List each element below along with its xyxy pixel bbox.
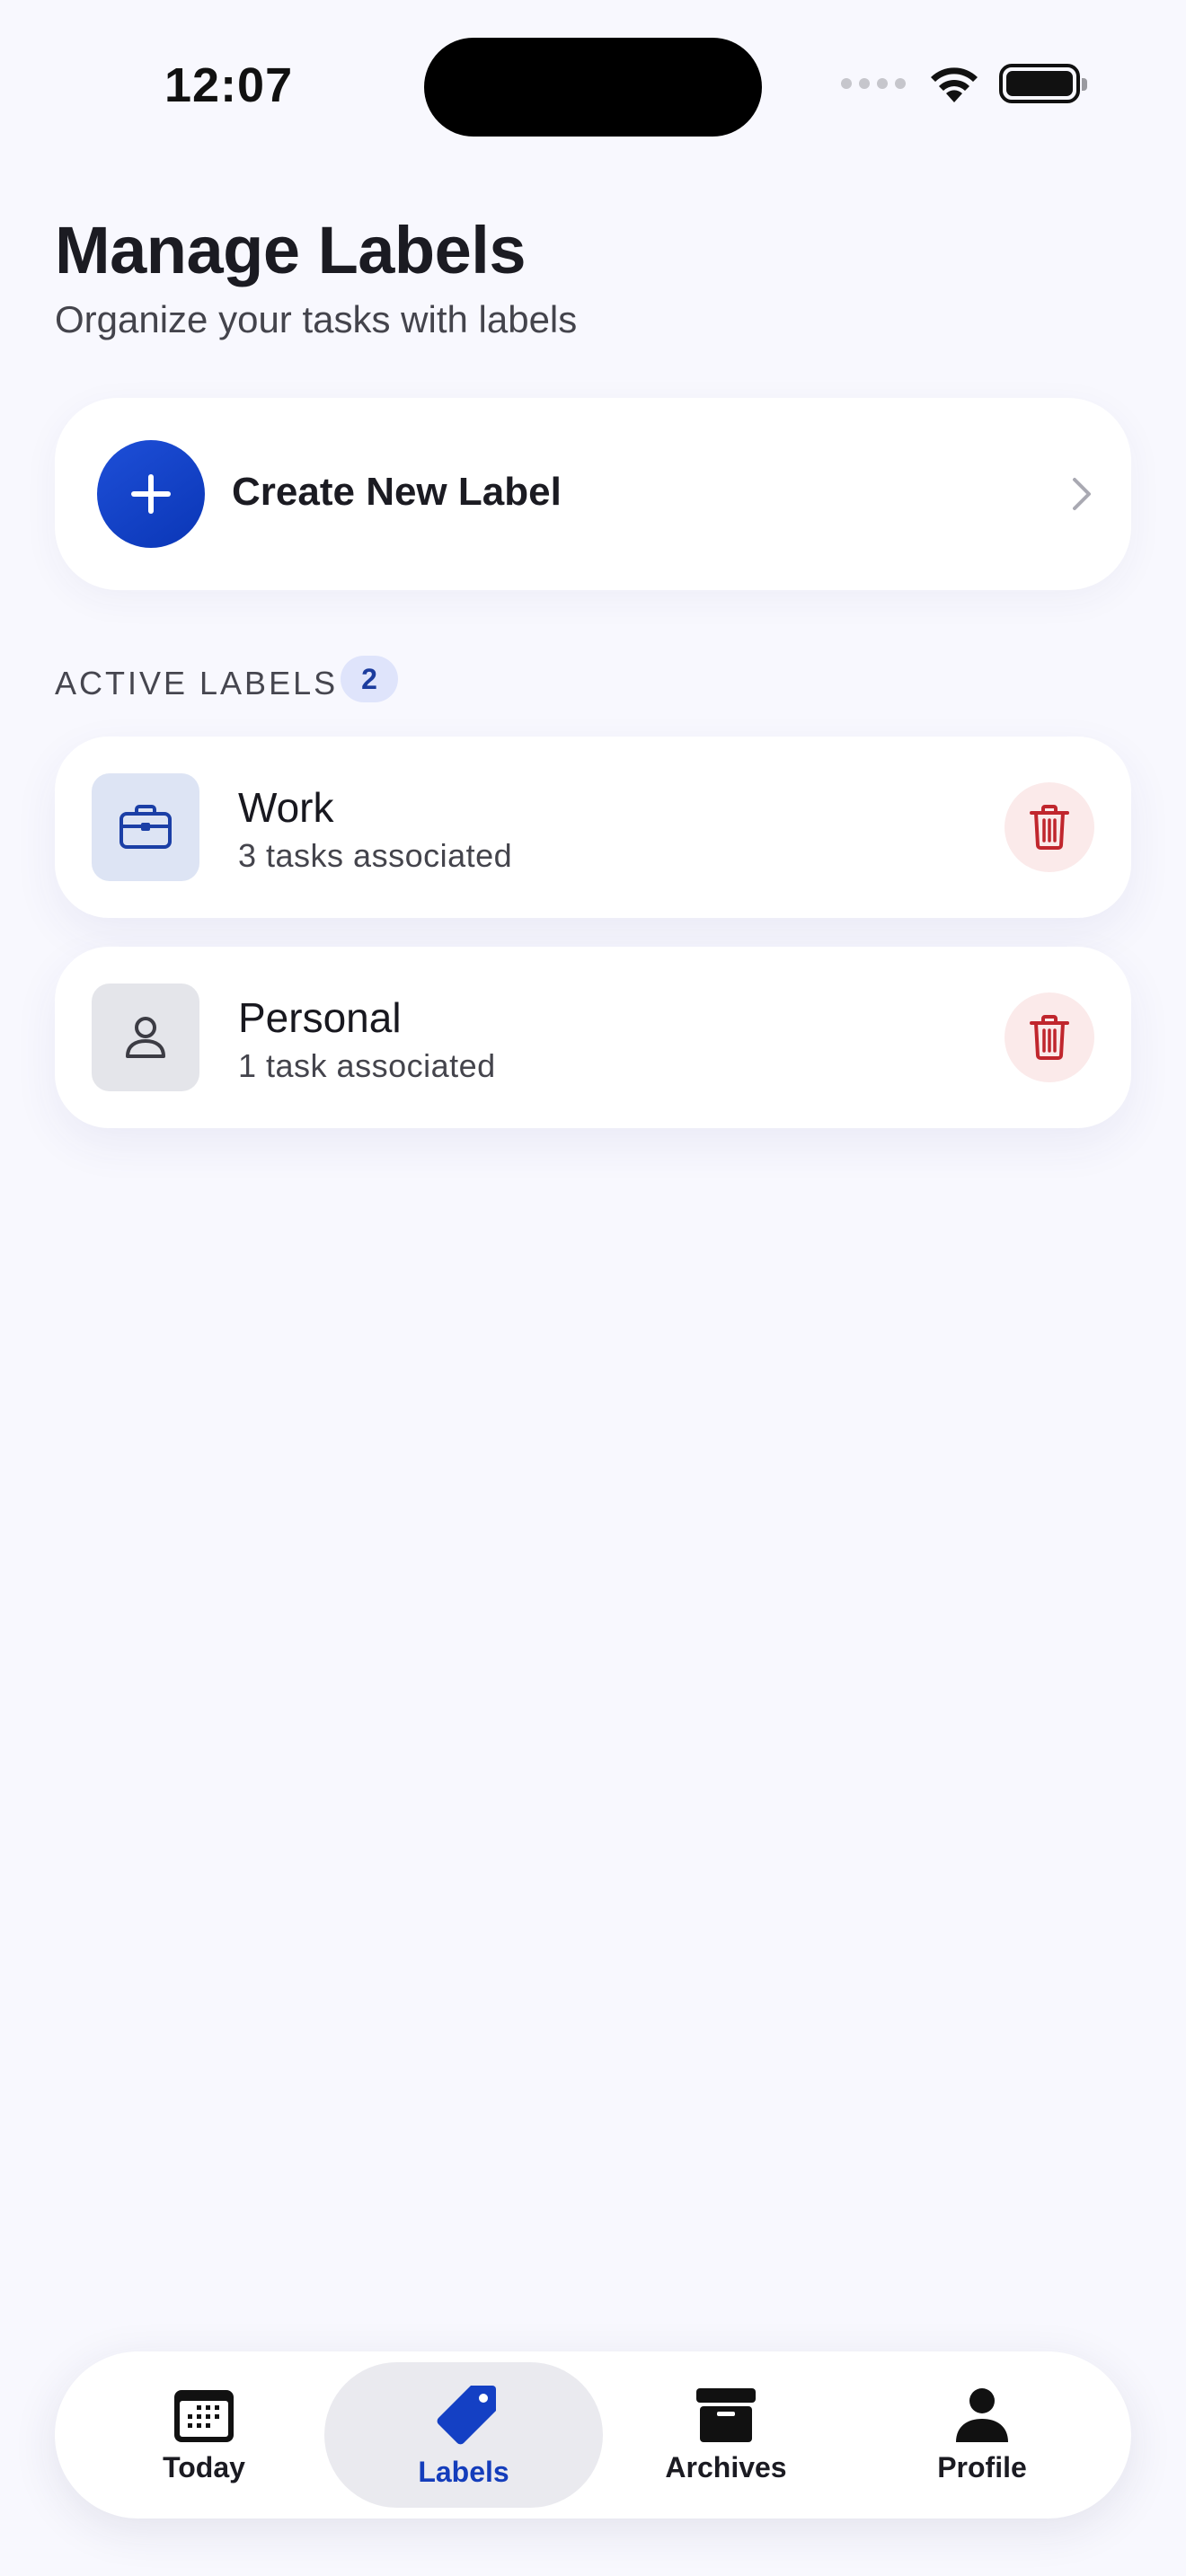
calendar-icon bbox=[174, 2389, 234, 2442]
create-new-label-button[interactable]: Create New Label bbox=[55, 398, 1131, 590]
battery-icon bbox=[999, 64, 1087, 103]
label-icon-tile bbox=[92, 773, 199, 881]
label-name: Personal bbox=[238, 994, 402, 1041]
tab-labels[interactable]: Labels bbox=[324, 2362, 603, 2508]
tab-label: Labels bbox=[418, 2455, 509, 2488]
dynamic-island bbox=[424, 38, 762, 137]
wifi-icon bbox=[931, 67, 978, 102]
person-icon bbox=[126, 1017, 165, 1058]
tab-label: Profile bbox=[937, 2450, 1027, 2483]
label-row-work[interactable]: Work 3 tasks associated bbox=[55, 737, 1131, 918]
status-indicators bbox=[841, 63, 1087, 104]
plus-icon bbox=[97, 440, 205, 548]
label-count-badge: 2 bbox=[341, 656, 398, 702]
section-title: ACTIVE LABELS bbox=[55, 665, 339, 701]
chevron-right-icon bbox=[1073, 478, 1091, 510]
tab-label: Archives bbox=[665, 2450, 787, 2483]
trash-icon bbox=[1030, 1015, 1069, 1060]
page-subtitle: Organize your tasks with labels bbox=[55, 298, 578, 340]
create-new-label-text: Create New Label bbox=[232, 470, 562, 514]
status-time: 12:07 bbox=[164, 58, 294, 112]
label-name: Work bbox=[238, 784, 334, 831]
label-task-count: 3 tasks associated bbox=[238, 837, 513, 874]
label-row-personal[interactable]: Personal 1 task associated bbox=[55, 947, 1131, 1128]
archive-box-icon bbox=[696, 2387, 756, 2442]
delete-label-button[interactable] bbox=[1005, 992, 1094, 1082]
person-fill-icon bbox=[956, 2387, 1008, 2442]
tag-icon bbox=[437, 2385, 496, 2444]
delete-label-button[interactable] bbox=[1005, 782, 1094, 872]
tab-profile[interactable]: Profile bbox=[843, 2362, 1121, 2508]
cellular-signal-icon bbox=[841, 78, 906, 89]
tab-today[interactable]: Today bbox=[65, 2362, 343, 2508]
label-icon-tile bbox=[92, 984, 199, 1091]
label-task-count: 1 task associated bbox=[238, 1047, 496, 1084]
trash-icon bbox=[1030, 805, 1069, 850]
tab-archives[interactable]: Archives bbox=[587, 2362, 865, 2508]
labels-screen: 12:07 Manage Labels Organize your tasks … bbox=[0, 0, 1186, 2576]
tab-label: Today bbox=[163, 2450, 245, 2483]
tab-bar: Today Labels Archives Profile bbox=[55, 2351, 1131, 2519]
page-title: Manage Labels bbox=[55, 213, 527, 287]
briefcase-icon bbox=[119, 805, 172, 849]
